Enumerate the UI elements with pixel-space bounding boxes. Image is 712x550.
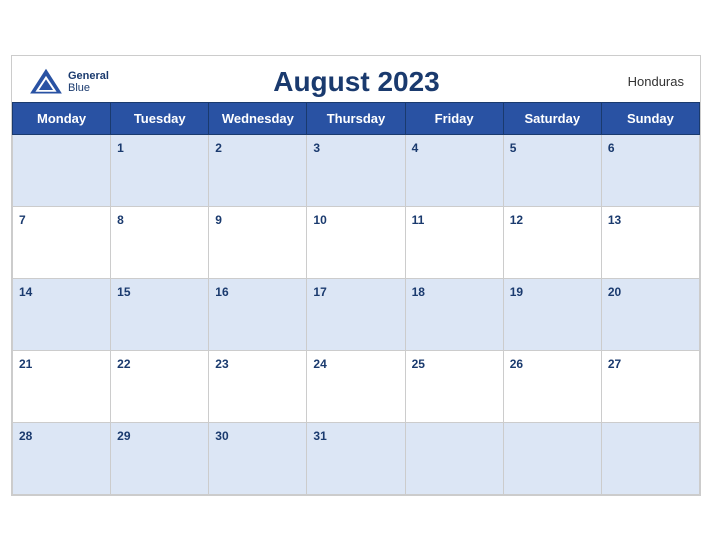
calendar-cell bbox=[503, 422, 601, 494]
calendar-cell: 29 bbox=[111, 422, 209, 494]
logo-general-text: General bbox=[68, 70, 109, 82]
day-number: 18 bbox=[412, 285, 425, 299]
header-tuesday: Tuesday bbox=[111, 102, 209, 134]
day-number: 27 bbox=[608, 357, 621, 371]
calendar-cell: 16 bbox=[209, 278, 307, 350]
calendar-cell: 27 bbox=[601, 350, 699, 422]
calendar-cell bbox=[601, 422, 699, 494]
calendar-cell: 18 bbox=[405, 278, 503, 350]
logo-blue-text: Blue bbox=[68, 82, 109, 94]
day-number: 9 bbox=[215, 213, 222, 227]
calendar-cell: 20 bbox=[601, 278, 699, 350]
calendar-cell: 31 bbox=[307, 422, 405, 494]
calendar-header: General Blue August 2023 Honduras bbox=[12, 56, 700, 102]
header-saturday: Saturday bbox=[503, 102, 601, 134]
day-number: 1 bbox=[117, 141, 124, 155]
calendar-table: Monday Tuesday Wednesday Thursday Friday… bbox=[12, 102, 700, 495]
day-number: 28 bbox=[19, 429, 32, 443]
calendar-cell: 7 bbox=[13, 206, 111, 278]
day-number: 23 bbox=[215, 357, 228, 371]
day-number: 26 bbox=[510, 357, 523, 371]
calendar-cell bbox=[405, 422, 503, 494]
calendar-title: August 2023 bbox=[109, 66, 604, 98]
calendar-cell: 17 bbox=[307, 278, 405, 350]
calendar-cell: 15 bbox=[111, 278, 209, 350]
day-number: 31 bbox=[313, 429, 326, 443]
calendar-cell: 9 bbox=[209, 206, 307, 278]
calendar-cell: 13 bbox=[601, 206, 699, 278]
day-number: 29 bbox=[117, 429, 130, 443]
logo: General Blue bbox=[28, 67, 109, 97]
header-friday: Friday bbox=[405, 102, 503, 134]
calendar-cell: 25 bbox=[405, 350, 503, 422]
day-number: 6 bbox=[608, 141, 615, 155]
day-number: 14 bbox=[19, 285, 32, 299]
header-monday: Monday bbox=[13, 102, 111, 134]
calendar-cell: 10 bbox=[307, 206, 405, 278]
calendar-cell: 14 bbox=[13, 278, 111, 350]
calendar-cell: 2 bbox=[209, 134, 307, 206]
calendar-cell: 26 bbox=[503, 350, 601, 422]
calendar-week-row: 1 2 3 4 5 6 bbox=[13, 134, 700, 206]
day-number: 22 bbox=[117, 357, 130, 371]
calendar-cell: 28 bbox=[13, 422, 111, 494]
day-number: 13 bbox=[608, 213, 621, 227]
calendar-week-row: 21 22 23 24 25 26 27 bbox=[13, 350, 700, 422]
country-label: Honduras bbox=[604, 74, 684, 89]
calendar-cell: 4 bbox=[405, 134, 503, 206]
calendar-body: 1234567891011121314151617181920212223242… bbox=[13, 134, 700, 494]
calendar-cell: 22 bbox=[111, 350, 209, 422]
calendar-cell: 8 bbox=[111, 206, 209, 278]
logo-text: General Blue bbox=[68, 70, 109, 94]
day-number: 30 bbox=[215, 429, 228, 443]
logo-icon bbox=[28, 67, 64, 97]
day-number: 2 bbox=[215, 141, 222, 155]
day-number: 7 bbox=[19, 213, 26, 227]
weekday-header-row: Monday Tuesday Wednesday Thursday Friday… bbox=[13, 102, 700, 134]
day-number: 4 bbox=[412, 141, 419, 155]
day-number: 21 bbox=[19, 357, 32, 371]
day-number: 20 bbox=[608, 285, 621, 299]
day-number: 24 bbox=[313, 357, 326, 371]
calendar-cell: 12 bbox=[503, 206, 601, 278]
calendar-cell bbox=[13, 134, 111, 206]
day-number: 16 bbox=[215, 285, 228, 299]
calendar-cell: 23 bbox=[209, 350, 307, 422]
day-number: 10 bbox=[313, 213, 326, 227]
header-sunday: Sunday bbox=[601, 102, 699, 134]
calendar-week-row: 7 8 9 10 11 12 13 bbox=[13, 206, 700, 278]
header-thursday: Thursday bbox=[307, 102, 405, 134]
calendar-cell: 24 bbox=[307, 350, 405, 422]
calendar-cell: 6 bbox=[601, 134, 699, 206]
day-number: 11 bbox=[412, 213, 425, 227]
calendar-week-row: 28 29 30 31 bbox=[13, 422, 700, 494]
calendar-cell: 19 bbox=[503, 278, 601, 350]
header-wednesday: Wednesday bbox=[209, 102, 307, 134]
day-number: 17 bbox=[313, 285, 326, 299]
calendar-container: General Blue August 2023 Honduras Monday… bbox=[11, 55, 701, 496]
calendar-cell: 11 bbox=[405, 206, 503, 278]
day-number: 19 bbox=[510, 285, 523, 299]
day-number: 3 bbox=[313, 141, 320, 155]
day-number: 12 bbox=[510, 213, 523, 227]
calendar-cell: 30 bbox=[209, 422, 307, 494]
calendar-cell: 5 bbox=[503, 134, 601, 206]
calendar-week-row: 14 15 16 17 18 19 20 bbox=[13, 278, 700, 350]
calendar-cell: 21 bbox=[13, 350, 111, 422]
calendar-cell: 1 bbox=[111, 134, 209, 206]
day-number: 8 bbox=[117, 213, 124, 227]
calendar-cell: 3 bbox=[307, 134, 405, 206]
day-number: 5 bbox=[510, 141, 517, 155]
day-number: 15 bbox=[117, 285, 130, 299]
day-number: 25 bbox=[412, 357, 425, 371]
